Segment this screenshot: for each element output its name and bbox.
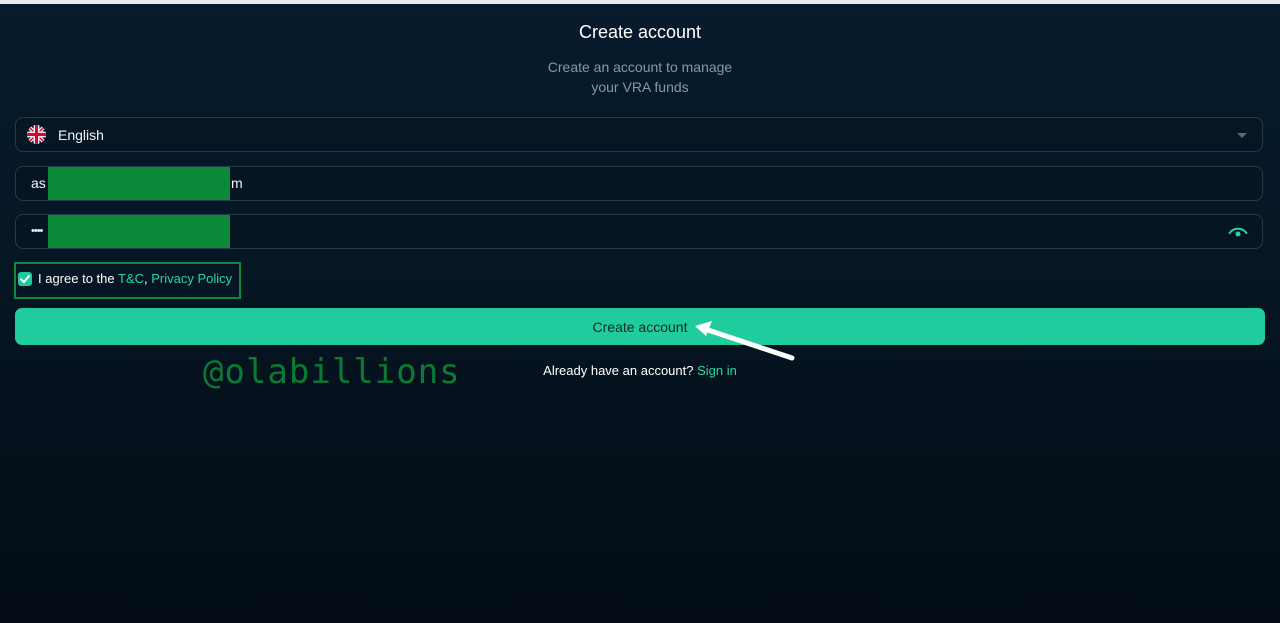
terms-label: I agree to the T&C, Privacy Policy [38,271,233,286]
signin-prompt: Already have an account? Sign in [543,363,737,378]
eye-icon[interactable] [1228,223,1248,240]
chevron-down-icon [1237,133,1247,138]
annotation-arrow [695,321,795,361]
terms-agreement: I agree to the T&C, Privacy Policy [14,262,241,299]
email-redaction [48,167,230,200]
tc-link[interactable]: T&C [118,271,144,286]
uk-flag-icon [27,125,46,144]
password-field[interactable]: •••• [15,214,1263,249]
page-subtitle: Create an account to manage your VRA fun… [547,59,733,95]
page-title: Create account [578,22,702,42]
password-redaction [48,215,230,248]
create-account-button[interactable]: Create account [15,308,1265,345]
top-border [0,0,1280,4]
email-field[interactable]: as m [15,166,1263,201]
privacy-policy-link[interactable]: Privacy Policy [151,271,232,286]
sign-in-link[interactable]: Sign in [697,363,737,378]
language-label: English [58,127,104,143]
terms-checkbox[interactable] [18,272,32,286]
language-select[interactable]: English [15,117,1263,152]
email-suffix: m [231,175,243,191]
